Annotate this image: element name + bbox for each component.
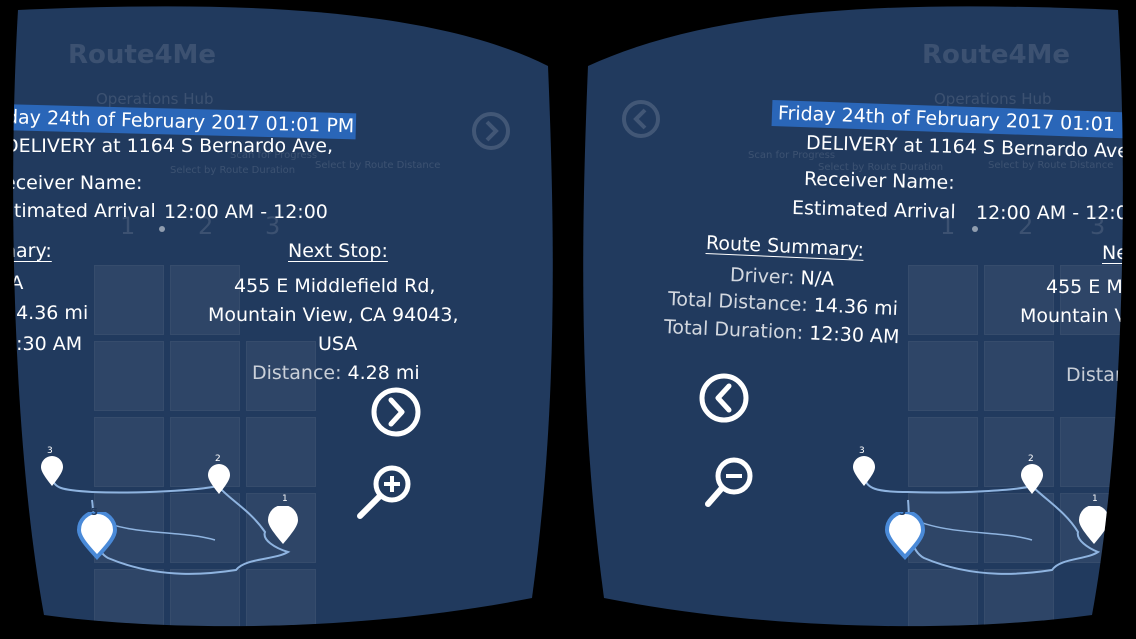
map-pin-5-current[interactable] <box>884 512 926 564</box>
next-stop-distance-label: Distance: <box>252 362 342 384</box>
total-distance-value: 14.36 mi <box>4 302 89 324</box>
tile <box>908 341 978 411</box>
total-distance-row: Total Distance: 14.36 mi <box>668 288 899 320</box>
prev-icon[interactable] <box>696 370 752 426</box>
tile <box>984 341 1054 411</box>
route-summary-heading: Route Summary: <box>705 232 865 261</box>
map-pin-label: 1 <box>282 494 288 504</box>
next-stop-line1: 455 E M <box>1046 276 1123 298</box>
ghost-subtitle: Operations Hub <box>96 90 214 108</box>
total-duration-row: Total Duration: 12:30 AM <box>664 316 900 348</box>
estimated-arrival-value: 12:00 AM - 12:00 <box>164 201 328 223</box>
driver-value: N/A <box>800 267 835 291</box>
right-eye-view: Route4Me Operations Hub Scan for Progres… <box>568 0 1136 639</box>
map-pin-label: 1 <box>1092 494 1098 504</box>
next-stop-line2: Mountain V <box>1020 305 1128 327</box>
zoom-out-icon[interactable] <box>704 450 764 512</box>
brand-logo: Route4Me <box>68 40 217 70</box>
right-eye-content: Route4Me Operations Hub Scan for Progres… <box>568 0 1136 639</box>
map-pin-label: 3 <box>47 446 53 456</box>
next-stop-line1: 455 E Middlefield Rd, <box>234 275 436 297</box>
map-pin-2[interactable] <box>207 464 231 500</box>
receiver-name-label: Receiver Name: <box>803 168 955 194</box>
map-pin-label: 2 <box>1028 454 1034 464</box>
estimated-arrival-value: 12:00 AM - 12:0 <box>976 202 1128 224</box>
driver-label: Driver: <box>729 264 795 289</box>
ghost-line: Select by Route Duration <box>170 165 296 176</box>
map-pin-3[interactable] <box>852 456 876 492</box>
map-pin-5-current[interactable] <box>76 512 118 564</box>
map-pin-label: 3 <box>859 446 865 456</box>
tile <box>908 265 978 335</box>
map-pin-label: 2 <box>215 454 221 464</box>
map-pin-label: 5 <box>91 507 98 518</box>
tile <box>170 341 240 411</box>
total-duration-value: 12:30 AM <box>808 322 900 349</box>
estimated-arrival-label: stimated Arrival <box>4 200 156 222</box>
total-distance-label: Total Distance: <box>667 288 809 317</box>
delivery-address: DELIVERY at 1164 S Bernardo Ave, <box>4 135 334 157</box>
ghost-chevron-icon <box>470 110 512 152</box>
total-duration-label: Total Duration: <box>663 316 804 345</box>
next-stop-distance: Distance: 4.28 mi <box>252 362 420 384</box>
map-pin-3[interactable] <box>40 456 64 492</box>
next-icon[interactable] <box>368 384 424 440</box>
zoom-in-icon[interactable] <box>354 458 414 520</box>
receiver-name-label: eceiver Name: <box>4 172 143 194</box>
next-stop-heading: Next Stop: <box>288 240 388 262</box>
left-eye-content: Route4Me Operations Hub Scan for Progres… <box>0 0 568 639</box>
map-pin-1[interactable] <box>267 506 299 550</box>
estimated-arrival-label: Estimated Arrival <box>791 197 956 224</box>
tile <box>94 265 164 335</box>
tile <box>94 341 164 411</box>
ghost-line: Select by Route Distance <box>988 160 1114 171</box>
next-stop-distance-value: 4.28 mi <box>347 362 420 384</box>
map-pin-label: 5 <box>899 507 906 518</box>
driver-row: Driver: N/A <box>730 264 835 291</box>
brand-logo: Route4Me <box>922 40 1071 70</box>
page-indicator-dot <box>972 226 978 232</box>
ghost-chevron-icon <box>620 98 662 140</box>
map-pin-2[interactable] <box>1020 464 1044 500</box>
total-distance-value: 14.36 mi <box>813 294 899 321</box>
next-stop-line2: Mountain View, CA 94043, <box>208 304 459 326</box>
left-eye-view: Route4Me Operations Hub Scan for Progres… <box>0 0 568 639</box>
ghost-line: Select by Route Distance <box>315 160 441 171</box>
next-stop-line3: USA <box>318 333 358 355</box>
page-indicator-dot <box>159 226 165 232</box>
